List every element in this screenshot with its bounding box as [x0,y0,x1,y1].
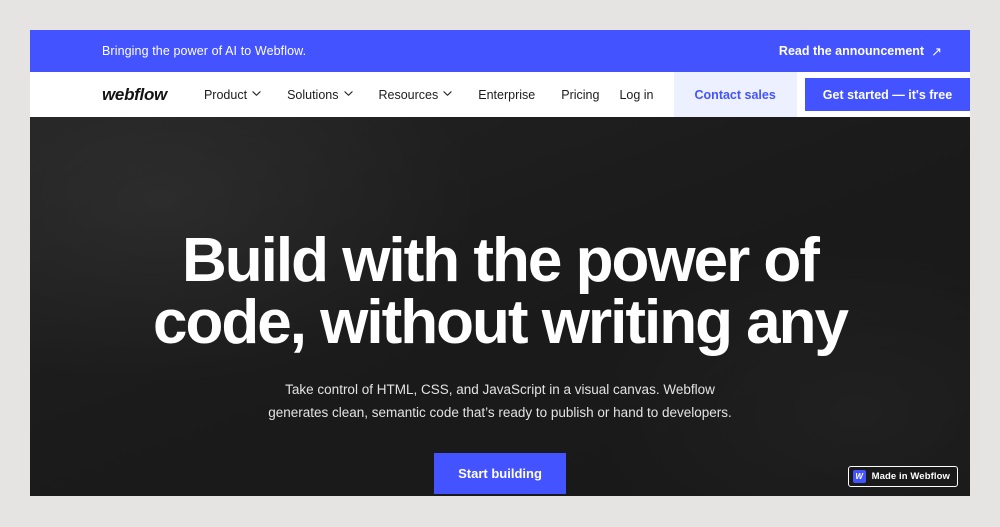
nav-item-resources[interactable]: Resources [379,88,453,102]
read-announcement-link[interactable]: Read the announcement ↗ [779,44,942,58]
nav-actions: Log in Contact sales Get started — it's … [599,72,970,117]
hero-section: Build with the power of code, without wr… [30,117,970,496]
nav-item-pricing[interactable]: Pricing [561,88,599,102]
made-in-webflow-label: Made in Webflow [871,471,950,482]
hero-headline: Build with the power of code, without wr… [153,226,849,357]
nav-item-solutions[interactable]: Solutions [287,87,353,102]
chevron-down-icon [443,89,452,98]
nav-item-pricing-label: Pricing [561,87,600,102]
hero-subhead: Take control of HTML, CSS, and JavaScrip… [268,382,732,420]
webflow-mark-icon: W [852,470,866,483]
get-started-button[interactable]: Get started — it's free [804,78,970,111]
nav-item-enterprise-label: Enterprise [478,87,536,102]
main-navigation: webflow Product Solutions Resources Ente… [30,72,970,117]
nav-item-resources-label: Resources [378,87,439,102]
announcement-banner: Bringing the power of AI to Webflow. Rea… [30,30,970,72]
hero-content: Build with the power of code, without wr… [30,117,970,494]
arrow-up-right-icon: ↗ [931,43,942,59]
start-building-button[interactable]: Start building [434,453,566,494]
read-announcement-label: Read the announcement [778,44,925,58]
nav-item-solutions-label: Solutions [287,87,339,102]
contact-sales-button[interactable]: Contact sales [673,72,797,117]
nav-item-product-label: Product [203,87,248,102]
announcement-message: Bringing the power of AI to Webflow. [102,44,307,58]
chevron-down-icon [252,89,261,98]
log-in-button[interactable]: Log in [599,72,673,117]
nav-item-product[interactable]: Product [204,88,261,102]
chevron-down-icon [343,89,353,98]
nav-item-enterprise[interactable]: Enterprise [478,88,535,102]
webflow-homepage: Bringing the power of AI to Webflow. Rea… [30,30,970,496]
nav-links: Product Solutions Resources Enterprise P… [204,88,599,102]
webflow-logo[interactable]: webflow [102,85,167,105]
made-in-webflow-badge[interactable]: W Made in Webflow [847,466,958,487]
